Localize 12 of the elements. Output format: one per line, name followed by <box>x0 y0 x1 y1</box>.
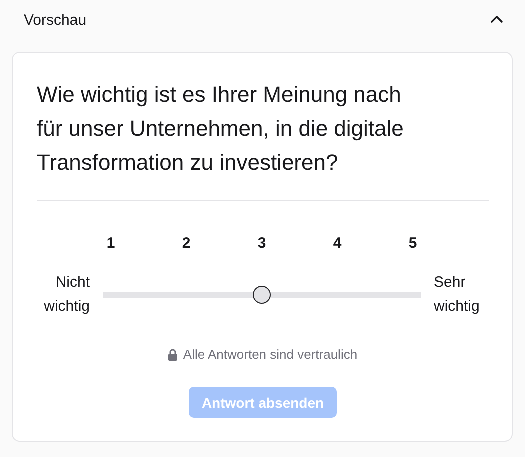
min-label: Nicht wichtig <box>43 273 90 317</box>
scale-number: 3 <box>256 235 268 252</box>
scale-number: 4 <box>332 235 343 252</box>
section-title: Vorschau <box>24 12 87 28</box>
slider-thumb[interactable] <box>253 286 271 304</box>
max-label: Sehr wichtig <box>434 273 481 317</box>
privacy-note: Alle Antworten sind vertraulich <box>183 347 358 362</box>
lock-icon <box>168 348 178 360</box>
question-text: Wie wichtig ist es Ihrer Meinung nach für unser Unternehmen, in die digitale Transformation zu investieren? <box>37 81 405 177</box>
scale-number: 2 <box>181 235 192 252</box>
scale-number: 1 <box>106 235 116 252</box>
scale-number: 5 <box>408 235 418 252</box>
